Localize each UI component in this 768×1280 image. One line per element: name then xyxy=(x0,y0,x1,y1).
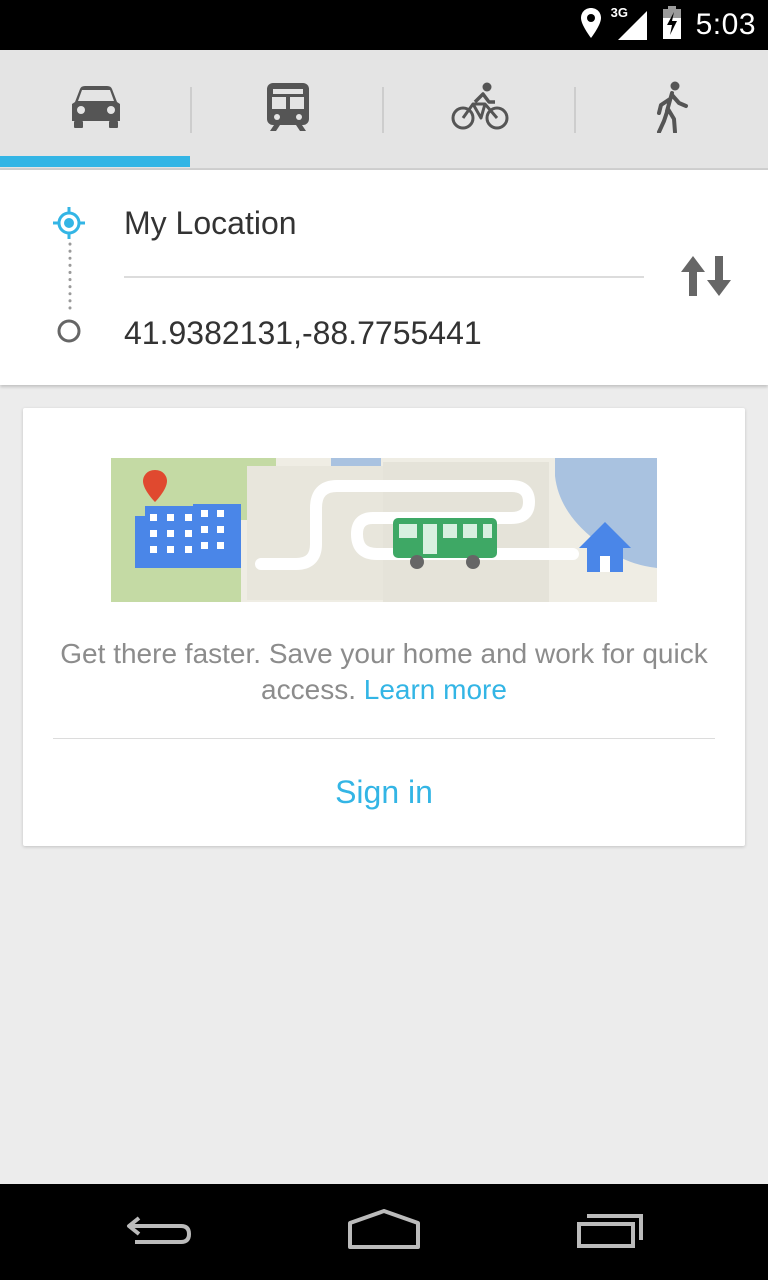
battery-icon xyxy=(662,5,682,45)
tab-bicycling[interactable] xyxy=(384,50,576,168)
swap-arrows-icon xyxy=(679,254,733,303)
location-icon xyxy=(580,7,602,44)
home-button[interactable] xyxy=(304,1184,464,1280)
promo-card: Get there faster. Save your home and wor… xyxy=(23,408,745,846)
map-illustration xyxy=(111,456,657,609)
travel-mode-tabs xyxy=(0,50,768,170)
origin-marker-icon xyxy=(52,206,86,245)
car-icon xyxy=(70,85,122,134)
destination-field[interactable]: 41.9382131,-88.7755441 xyxy=(124,315,482,352)
sign-in-button[interactable]: Sign in xyxy=(23,739,745,846)
back-icon xyxy=(125,1210,195,1255)
swap-button[interactable] xyxy=(670,248,742,308)
learn-more-link[interactable]: Learn more xyxy=(364,674,507,705)
navigation-bar xyxy=(0,1184,768,1280)
status-time: 5:03 xyxy=(695,8,756,41)
destination-marker-icon xyxy=(56,318,82,349)
field-divider xyxy=(124,276,644,278)
train-icon xyxy=(266,82,310,137)
status-bar: 3G 5:03 xyxy=(0,0,768,50)
status-icons: 3G 5:03 xyxy=(580,0,756,50)
selected-tab-indicator xyxy=(0,156,190,167)
tab-driving[interactable] xyxy=(0,50,192,168)
route-panel: My Location 41.9382131,-88.7755441 xyxy=(0,170,768,385)
network-type-label: 3G xyxy=(609,5,629,20)
tab-walking[interactable] xyxy=(576,50,768,168)
route-dots xyxy=(68,242,72,317)
promo-message: Get there faster. Save your home and wor… xyxy=(53,636,715,708)
recents-button[interactable] xyxy=(530,1184,690,1280)
signal-icon: 3G xyxy=(609,5,648,41)
back-button[interactable] xyxy=(80,1184,240,1280)
home-icon xyxy=(346,1208,422,1256)
tab-transit[interactable] xyxy=(192,50,384,168)
recents-icon xyxy=(575,1210,645,1255)
bike-icon xyxy=(451,82,509,137)
walk-icon xyxy=(655,81,689,138)
origin-field[interactable]: My Location xyxy=(124,205,297,242)
